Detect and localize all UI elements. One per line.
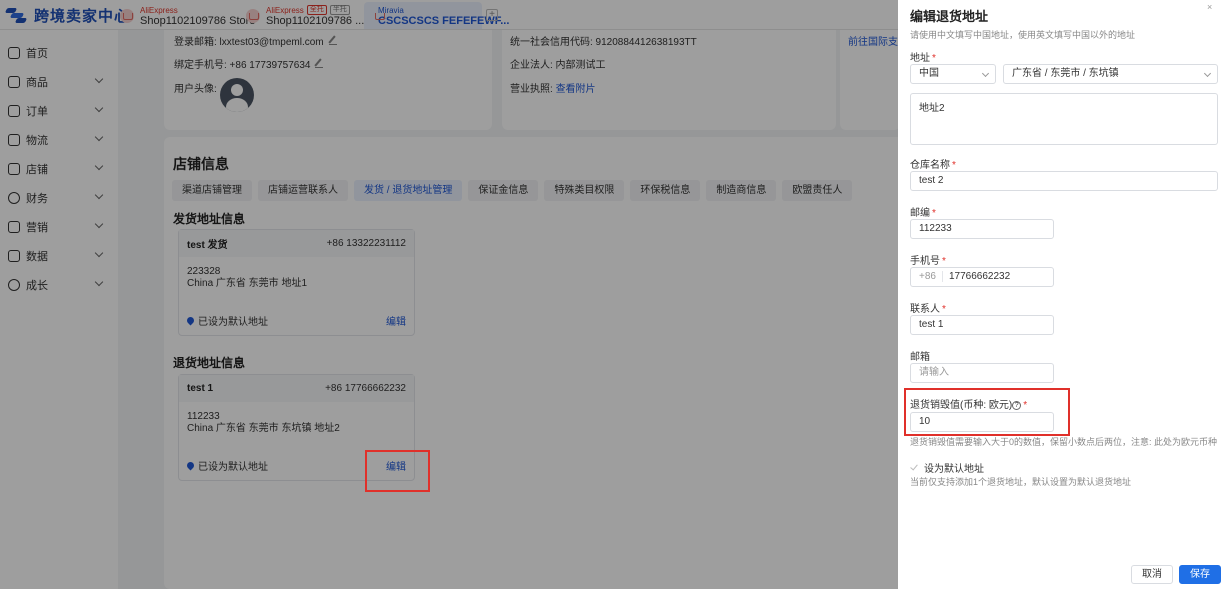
drawer-hint: 请使用中文填写中国地址，使用英文填写中国以外的地址	[910, 30, 1136, 40]
save-button[interactable]: 保存	[1179, 565, 1221, 584]
cancel-button[interactable]: 取消	[1131, 565, 1173, 584]
highlight-box-threshold	[904, 388, 1070, 436]
postcode-input[interactable]: 112233	[910, 219, 1054, 239]
address-detail-input[interactable]: 地址2	[910, 93, 1218, 145]
contact-label: 联系人 *	[910, 304, 946, 315]
email-input[interactable]: 请输入	[910, 363, 1054, 383]
country-select[interactable]: 中国	[910, 64, 996, 84]
default-address-checkbox[interactable]: 设为默认地址	[910, 460, 984, 475]
warehouse-label: 仓库名称 *	[910, 160, 956, 171]
edit-return-address-drawer: 编辑退货地址 × 请使用中文填写中国地址，使用英文填写中国以外的地址 地址 * 中…	[898, 0, 1221, 589]
check-icon	[910, 463, 919, 472]
close-icon[interactable]: ×	[1207, 2, 1212, 12]
highlight-box-edit	[365, 450, 430, 492]
phone-input[interactable]: +86 17766662232	[910, 267, 1054, 287]
address-label: 地址 *	[910, 53, 936, 64]
phone-label: 手机号 *	[910, 256, 946, 267]
email-label: 邮箱	[910, 352, 930, 363]
drawer-title: 编辑退货地址	[910, 9, 989, 24]
chevron-down-icon	[1203, 69, 1212, 78]
contact-input[interactable]: test 1	[910, 315, 1054, 335]
chevron-down-icon	[981, 69, 990, 78]
modal-mask[interactable]	[0, 0, 898, 589]
warehouse-name-input[interactable]: test 2	[910, 171, 1218, 191]
default-address-desc: 当前仅支持添加1个退货地址，默认设置为默认退货地址	[910, 477, 1132, 487]
default-address-label: 设为默认地址	[924, 464, 984, 475]
region-select[interactable]: 广东省 / 东莞市 / 东坑镇	[1003, 64, 1218, 84]
phone-prefix: +86	[919, 271, 943, 282]
postcode-label: 邮编 *	[910, 208, 936, 219]
threshold-desc: 退货销毁值需要输入大于0的数值，保留小数点后两位，注意: 此处为欧元币种	[910, 437, 1218, 447]
